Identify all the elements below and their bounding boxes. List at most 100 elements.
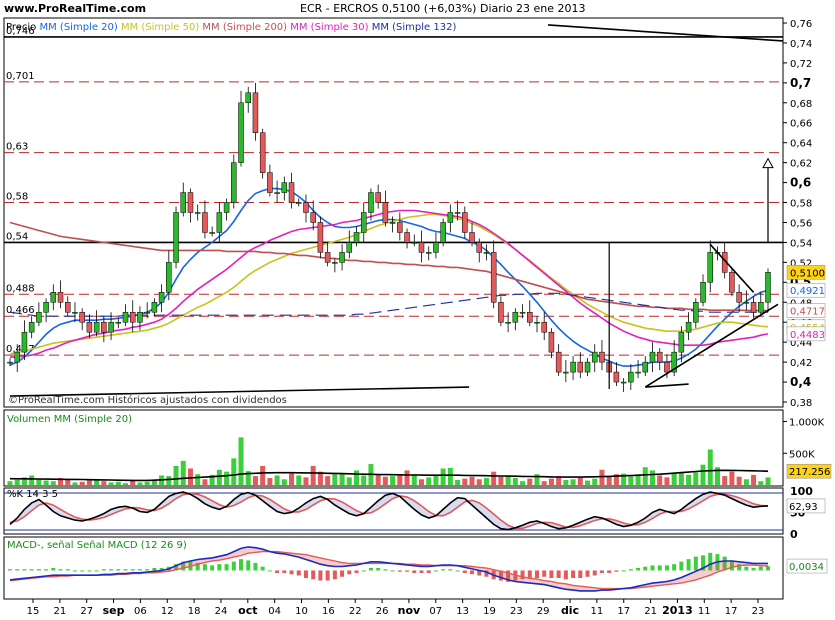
chart-title: ECR - ERCROS 0,5100 (+6,03%) Diario 23 e… — [300, 2, 586, 15]
x-tick-label: 04 — [268, 606, 281, 617]
candle-body — [548, 331, 555, 353]
macd-histogram-bar — [296, 570, 301, 576]
candle-body — [274, 192, 280, 194]
x-tick-label: 2013 — [662, 604, 693, 617]
volume-bar — [664, 477, 670, 485]
stochastic-tick-label: 0 — [790, 528, 798, 541]
level-label: 0,58 — [6, 192, 28, 203]
x-tick-label: 21 — [53, 606, 66, 617]
macd-histogram-bar — [390, 570, 395, 572]
x-tick-label: 23 — [510, 606, 523, 617]
volume-bar — [137, 482, 143, 485]
candle-body — [418, 242, 425, 253]
candle-body — [72, 311, 78, 314]
macd-histogram-bar — [549, 570, 554, 579]
candle-body — [642, 361, 649, 373]
candle-body — [498, 302, 504, 323]
volume-bar — [570, 479, 576, 485]
candle-body — [375, 192, 381, 203]
volume-bar — [325, 476, 331, 485]
x-tick-label: 15 — [27, 606, 40, 617]
candle-body — [180, 192, 187, 213]
level-label: 0,54 — [6, 231, 28, 242]
candle-body — [541, 321, 547, 333]
candle-body — [144, 311, 150, 314]
macd-histogram-bar — [210, 565, 215, 571]
volume-bar — [43, 480, 49, 485]
site-logo[interactable]: www.ProRealTime.com — [4, 2, 146, 15]
macd-histogram-bar — [202, 564, 207, 571]
volume-bar — [693, 472, 699, 485]
macd-histogram-bar — [87, 570, 92, 572]
macd-histogram-bar — [282, 570, 287, 573]
volume-bar — [447, 467, 453, 485]
candle-body — [36, 311, 42, 323]
macd-histogram-bar — [636, 567, 641, 571]
candle-body — [433, 242, 439, 253]
macd-histogram-bar — [325, 570, 330, 581]
macd-histogram-bar — [275, 570, 280, 573]
macd-histogram-bar — [15, 569, 20, 571]
macd-histogram-bar — [419, 570, 424, 573]
volume-legend: Volumen MM (Simple 20) — [7, 414, 132, 425]
macd-histogram-bar — [643, 566, 648, 571]
volume-bar — [743, 479, 749, 485]
x-tick-label: 11 — [698, 606, 711, 617]
candle-body — [599, 351, 605, 363]
macd-histogram-bar — [368, 567, 373, 571]
x-tick-label: 13 — [456, 606, 469, 617]
macd-histogram-bar — [433, 570, 438, 572]
volume-bar — [483, 478, 489, 485]
volume-bar — [29, 475, 35, 485]
volume-bar — [79, 481, 85, 485]
candle-body — [209, 232, 215, 234]
candle-body — [527, 311, 533, 323]
candle-body — [707, 252, 713, 283]
price-tick-label: 0,6 — [790, 176, 811, 190]
candle-body — [346, 242, 353, 253]
candle-body — [317, 222, 324, 253]
macd-histogram-bar — [426, 570, 431, 573]
macd-histogram-bar — [607, 570, 612, 573]
candle-body — [252, 92, 259, 133]
macd-histogram-bar — [563, 570, 568, 580]
candle-body — [108, 321, 114, 333]
volume-bar — [635, 474, 641, 485]
macd-histogram-bar — [412, 570, 417, 573]
candle-body — [310, 212, 316, 223]
legend-entry: MM (Simple 200) — [202, 22, 290, 33]
candle-body — [57, 292, 64, 303]
macd-histogram-bar — [267, 570, 272, 572]
candle-body — [368, 192, 374, 213]
candle-body — [656, 351, 663, 363]
macd-histogram-bar — [51, 567, 56, 571]
macd-histogram-bar — [354, 570, 359, 573]
candle-body — [281, 182, 288, 193]
macd-histogram-bar — [448, 569, 453, 571]
macd-histogram-bar — [657, 565, 662, 571]
macd-histogram-bar — [527, 570, 532, 579]
candle-body — [360, 212, 367, 233]
macd-histogram-bar — [751, 567, 756, 571]
price-tick-label: 0,74 — [790, 39, 812, 50]
macd-histogram-bar — [556, 570, 561, 579]
volume-bar — [260, 465, 266, 485]
price-tick-label: 0,64 — [790, 139, 812, 150]
candle-body — [353, 232, 360, 243]
macd-histogram-bar — [397, 570, 402, 572]
level-label: 0,488 — [6, 283, 35, 294]
volume-bar — [628, 476, 634, 485]
x-tick-label: 18 — [188, 606, 201, 617]
macd-histogram-bar — [650, 565, 655, 571]
macd-histogram-bar — [534, 570, 539, 579]
volume-bar — [123, 483, 129, 485]
volume-bar — [72, 482, 78, 485]
candle-body — [447, 212, 454, 223]
candle-body — [649, 351, 656, 363]
macd-histogram-bar — [29, 569, 34, 571]
macd-badge-label: 0,0034 — [789, 562, 824, 573]
level-label: 0,63 — [6, 142, 28, 153]
volume-bar — [678, 472, 684, 485]
x-tick-label: nov — [398, 604, 421, 617]
candle-body — [397, 222, 403, 233]
